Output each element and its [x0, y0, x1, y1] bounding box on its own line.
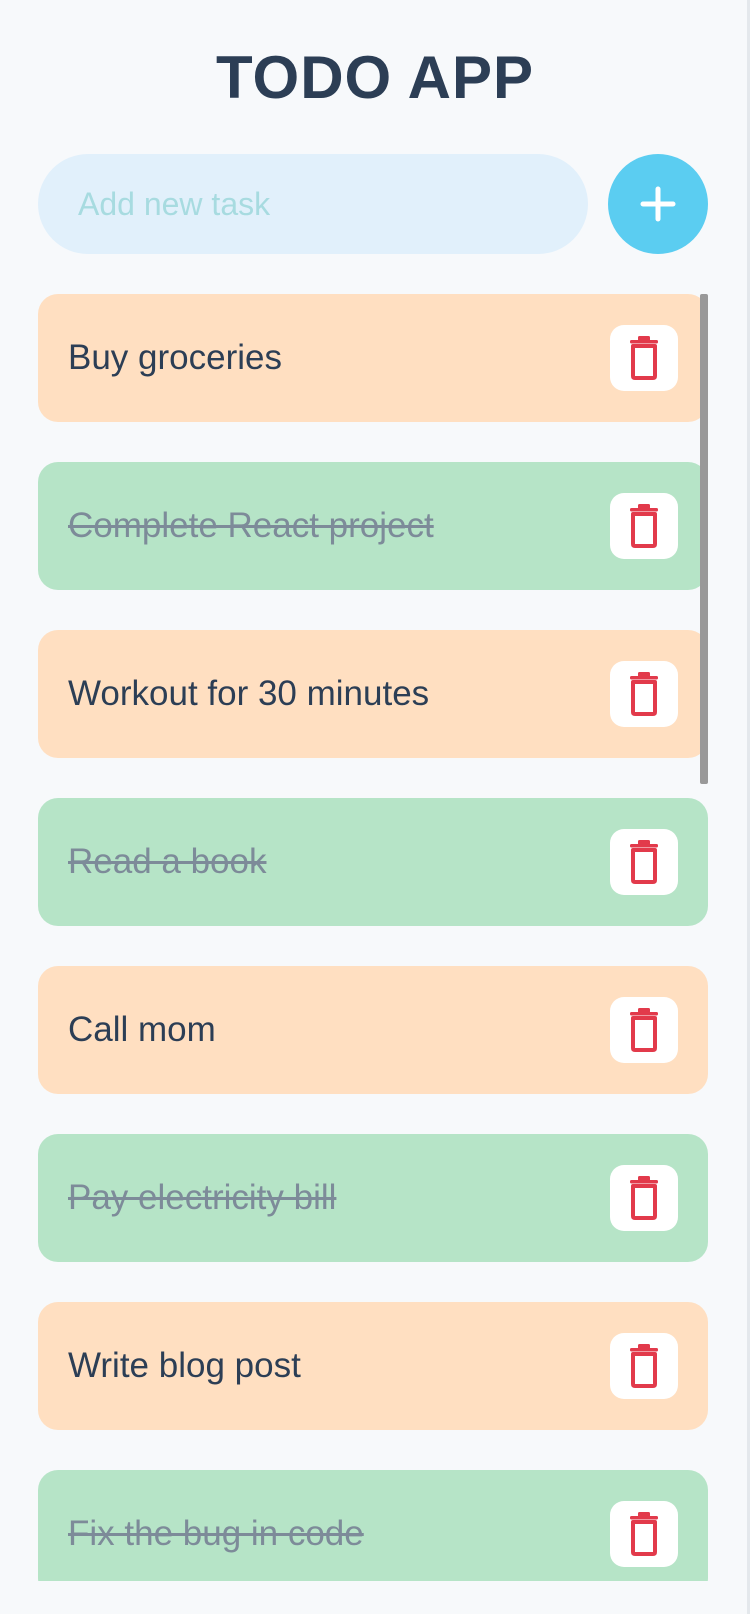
delete-task-button[interactable]	[610, 493, 678, 559]
task-item[interactable]: Write blog post	[38, 1302, 708, 1430]
trash-icon	[630, 1008, 658, 1052]
app-title: TODO APP	[215, 44, 535, 111]
task-item[interactable]: Complete React project	[38, 462, 708, 590]
new-task-input[interactable]	[38, 154, 588, 254]
trash-icon	[630, 504, 658, 548]
task-item[interactable]: Buy groceries	[38, 294, 708, 422]
task-text: Write blog post	[68, 1346, 301, 1385]
delete-task-button[interactable]	[610, 829, 678, 895]
trash-icon	[630, 1344, 658, 1388]
task-item[interactable]: Pay electricity bill	[38, 1134, 708, 1262]
task-text: Pay electricity bill	[68, 1178, 337, 1217]
plus-icon	[640, 186, 676, 222]
task-list: Buy groceries Complete React project Wor…	[38, 294, 709, 1581]
task-list-viewport[interactable]: Buy groceries Complete React project Wor…	[38, 294, 709, 1581]
task-text: Workout for 30 minutes	[68, 674, 430, 713]
task-text: Buy groceries	[68, 338, 282, 377]
delete-task-button[interactable]	[610, 325, 678, 391]
scrollbar-thumb[interactable]	[700, 294, 708, 784]
trash-icon	[630, 1176, 658, 1220]
task-text: Fix the bug in code	[68, 1514, 364, 1553]
task-text: Complete React project	[68, 506, 434, 545]
delete-task-button[interactable]	[610, 1165, 678, 1231]
trash-icon	[630, 336, 658, 380]
delete-task-button[interactable]	[610, 661, 678, 727]
trash-icon	[630, 840, 658, 884]
trash-icon	[630, 672, 658, 716]
task-text: Read a book	[68, 842, 267, 881]
delete-task-button[interactable]	[610, 1333, 678, 1399]
task-text: Call mom	[68, 1010, 216, 1049]
trash-icon	[630, 1512, 658, 1556]
task-item[interactable]: Workout for 30 minutes	[38, 630, 708, 758]
task-item[interactable]: Fix the bug in code	[38, 1470, 708, 1581]
delete-task-button[interactable]	[610, 997, 678, 1063]
task-item[interactable]: Call mom	[38, 966, 708, 1094]
delete-task-button[interactable]	[610, 1501, 678, 1567]
task-item[interactable]: Read a book	[38, 798, 708, 926]
add-task-button[interactable]	[608, 154, 708, 254]
